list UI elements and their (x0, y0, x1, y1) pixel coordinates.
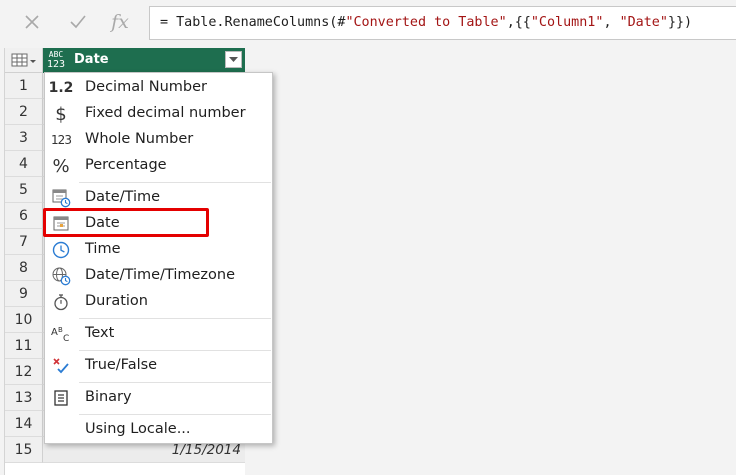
formula-part: ,{{ (506, 15, 531, 30)
row-number[interactable]: 6 (5, 203, 43, 229)
menu-item-label: Time (85, 241, 121, 257)
menu-item-percentage[interactable]: % Percentage (45, 153, 272, 179)
menu-separator (79, 414, 271, 415)
formula-part: }}) (667, 15, 693, 30)
row-number[interactable]: 10 (5, 307, 43, 333)
menu-separator (79, 182, 271, 183)
menu-item-datetime-timezone[interactable]: Date/Time/Timezone (45, 263, 272, 289)
menu-item-label: True/False (85, 357, 158, 373)
menu-item-decimal-number[interactable]: 1.2 Decimal Number (45, 75, 272, 101)
menu-item-label: Duration (85, 293, 148, 309)
globe-clock-icon (49, 265, 73, 287)
formula-string: "Converted to Table" (345, 15, 507, 30)
formula-text: = Table.RenameColumns(#"Converted to Tab… (160, 15, 692, 30)
menu-item-label: Date/Time (85, 189, 161, 205)
menu-separator (79, 318, 271, 319)
stopwatch-icon (49, 291, 73, 313)
row-number[interactable]: 1 (5, 73, 43, 99)
menu-item-time[interactable]: Time (45, 237, 272, 263)
whole-number-glyph: 123 (51, 133, 72, 147)
column-header-date[interactable]: ABC 123 Date (43, 48, 245, 73)
cancel-formula-button[interactable] (14, 6, 50, 38)
table-icon (11, 53, 36, 67)
menu-item-label: Decimal Number (85, 79, 207, 95)
type-icon-abc: ABC (48, 50, 64, 59)
column-filter-dropdown[interactable] (225, 51, 242, 68)
clock-icon (49, 239, 73, 261)
row-number[interactable]: 13 (5, 385, 43, 411)
menu-item-text[interactable]: A B C Text (45, 321, 272, 347)
svg-text:A: A (51, 327, 58, 338)
menu-item-true-false[interactable]: True/False (45, 353, 272, 379)
type-icon-123: 123 (46, 59, 66, 70)
true-false-icon (49, 355, 73, 377)
date-highlight-box (43, 208, 209, 237)
decimal-number-icon: 1.2 (48, 80, 74, 96)
menu-item-fixed-decimal[interactable]: $ Fixed decimal number (45, 101, 272, 127)
chevron-down-icon (229, 56, 238, 62)
row-number[interactable]: 8 (5, 255, 43, 281)
row-number[interactable]: 3 (5, 125, 43, 151)
row-number[interactable]: 11 (5, 333, 43, 359)
menu-item-label: Using Locale... (85, 421, 191, 437)
text-abc-icon: A B C (49, 323, 73, 345)
menu-separator (79, 382, 271, 383)
formula-bar: fx = Table.RenameColumns(#"Converted to … (0, 0, 736, 46)
row-number[interactable]: 4 (5, 151, 43, 177)
menu-item-label: Binary (85, 389, 132, 405)
binary-icon (49, 387, 73, 409)
row-numbers: 1 2 3 4 5 6 7 8 9 10 11 12 13 14 15 (5, 73, 43, 463)
menu-item-label: Date/Time/Timezone (85, 267, 235, 283)
formula-part: = Table.RenameColumns(# (160, 15, 346, 30)
row-number[interactable]: 9 (5, 281, 43, 307)
whole-number-icon: 123 (49, 129, 73, 151)
svg-text:B: B (58, 326, 63, 334)
data-type-menu: 1.2 Decimal Number $ Fixed decimal numbe… (44, 72, 273, 444)
row-number[interactable]: 7 (5, 229, 43, 255)
row-number[interactable]: 2 (5, 99, 43, 125)
menu-item-binary[interactable]: Binary (45, 385, 272, 411)
row-number[interactable]: 12 (5, 359, 43, 385)
row-number[interactable]: 5 (5, 177, 43, 203)
dollar-icon: $ (55, 103, 67, 125)
commit-formula-button[interactable] (60, 6, 96, 38)
check-icon (70, 15, 86, 29)
menu-item-using-locale[interactable]: Using Locale... (45, 417, 272, 443)
formula-part: , (603, 15, 620, 30)
menu-separator (79, 350, 271, 351)
fx-icon: fx (111, 11, 129, 33)
column-type-button[interactable]: ABC 123 (45, 50, 67, 71)
menu-item-label: Fixed decimal number (85, 105, 246, 121)
percent-icon: % (52, 155, 70, 177)
table-menu-button[interactable] (5, 48, 43, 73)
formula-string: "Column1" (530, 15, 604, 30)
formula-input[interactable]: = Table.RenameColumns(#"Converted to Tab… (149, 6, 736, 40)
insert-function-button[interactable]: fx (102, 6, 138, 38)
row-number[interactable]: 15 (5, 437, 43, 463)
formula-string: "Date" (619, 15, 668, 30)
menu-item-label: Text (85, 325, 115, 341)
menu-item-whole-number[interactable]: 123 Whole Number (45, 127, 272, 153)
row-number[interactable]: 14 (5, 411, 43, 437)
column-name: Date (74, 52, 109, 67)
datetime-icon (49, 187, 73, 209)
menu-item-label: Percentage (85, 157, 167, 173)
svg-text:C: C (63, 334, 69, 344)
cross-icon (25, 15, 39, 29)
menu-item-label: Whole Number (85, 131, 194, 147)
menu-item-duration[interactable]: Duration (45, 289, 272, 315)
